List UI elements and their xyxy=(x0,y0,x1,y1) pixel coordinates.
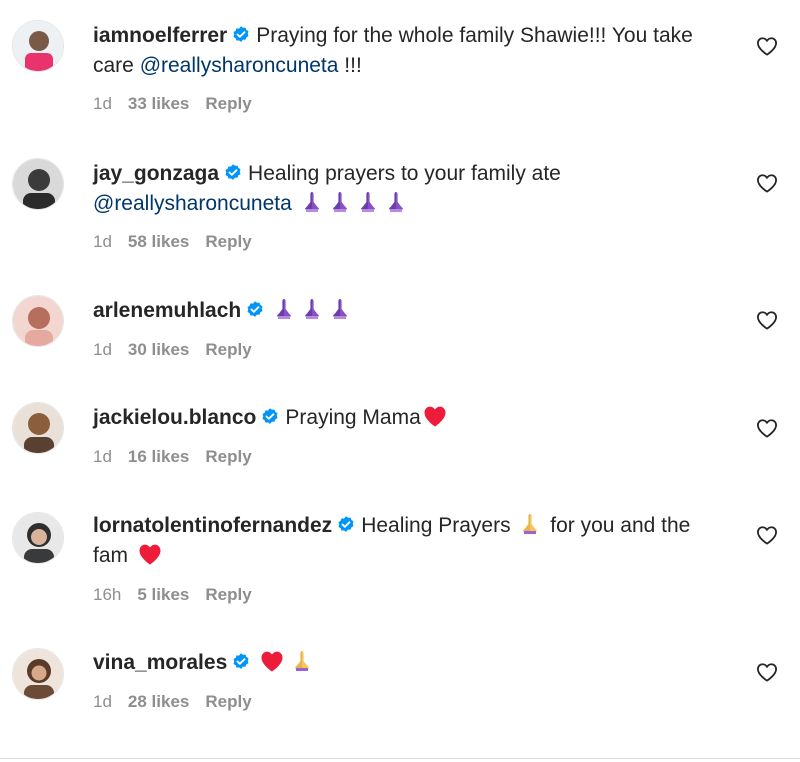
comment-time[interactable]: 1d xyxy=(93,232,112,251)
comment-body: Praying Mama xyxy=(285,406,421,429)
comment-time[interactable]: 1d xyxy=(93,340,112,359)
praying-hands-icon xyxy=(274,298,294,320)
comment-text: vina_morales xyxy=(93,648,723,678)
avatar[interactable] xyxy=(12,20,64,72)
heart-outline-icon[interactable] xyxy=(756,310,778,330)
avatar[interactable] xyxy=(12,295,64,347)
heart-outline-icon[interactable] xyxy=(756,36,778,56)
verified-badge-icon xyxy=(336,515,356,535)
praying-hands-icon xyxy=(330,191,350,213)
comment-text: iamnoelferrer Praying for the whole famil… xyxy=(93,21,723,81)
reply-button[interactable]: Reply xyxy=(205,340,251,359)
comment-meta: 1d 33 likes Reply xyxy=(93,94,268,114)
verified-badge-icon xyxy=(260,407,280,427)
divider xyxy=(0,758,800,759)
heart-outline-icon[interactable] xyxy=(756,662,778,682)
comment-text: lornatolentinofernandez Healing Prayers f… xyxy=(93,511,723,571)
comment-meta: 16h 5 likes Reply xyxy=(93,585,268,605)
comment-username[interactable]: lornatolentinofernandez xyxy=(93,514,332,537)
comment-meta: 1d 30 likes Reply xyxy=(93,340,268,360)
red-heart-icon xyxy=(260,650,284,672)
heart-outline-icon[interactable] xyxy=(756,525,778,545)
comment-time[interactable]: 1d xyxy=(93,447,112,466)
comment-text: jay_gonzaga Healing prayers to your famil… xyxy=(93,159,723,219)
comment-meta: 1d 16 likes Reply xyxy=(93,447,268,467)
praying-hands-icon xyxy=(386,191,406,213)
comment-time[interactable]: 16h xyxy=(93,585,121,604)
comment-meta: 1d 28 likes Reply xyxy=(93,692,268,712)
comment-username[interactable]: iamnoelferrer xyxy=(93,24,227,47)
red-heart-icon xyxy=(138,543,162,565)
comment-likes[interactable]: 28 likes xyxy=(128,692,189,711)
comment-username[interactable]: jackielou.blanco xyxy=(93,406,256,429)
avatar[interactable] xyxy=(12,648,64,700)
praying-hands-icon xyxy=(302,298,322,320)
red-heart-icon xyxy=(423,405,447,427)
reply-button[interactable]: Reply xyxy=(205,447,251,466)
praying-hands-icon xyxy=(292,650,312,672)
avatar[interactable] xyxy=(12,158,64,210)
comment-username[interactable]: arlenemuhlach xyxy=(93,299,241,322)
comment-time[interactable]: 1d xyxy=(93,692,112,711)
verified-badge-icon xyxy=(245,300,265,320)
verified-badge-icon xyxy=(223,163,243,183)
reply-button[interactable]: Reply xyxy=(205,692,251,711)
mention-link[interactable]: @reallysharoncuneta xyxy=(140,54,339,77)
praying-hands-icon xyxy=(520,513,540,535)
praying-hands-icon xyxy=(358,191,378,213)
avatar[interactable] xyxy=(12,512,64,564)
avatar[interactable] xyxy=(12,402,64,454)
verified-badge-icon xyxy=(231,652,251,672)
comment-likes[interactable]: 33 likes xyxy=(128,94,189,113)
heart-outline-icon[interactable] xyxy=(756,418,778,438)
comment-meta: 1d 58 likes Reply xyxy=(93,232,268,252)
heart-outline-icon[interactable] xyxy=(756,173,778,193)
comment-body: Healing prayers to your family ate xyxy=(248,162,561,185)
comment-text: arlenemuhlach xyxy=(93,296,723,326)
comment-time[interactable]: 1d xyxy=(93,94,112,113)
praying-hands-icon xyxy=(302,191,322,213)
comment-username[interactable]: vina_morales xyxy=(93,651,227,674)
reply-button[interactable]: Reply xyxy=(205,94,251,113)
verified-badge-icon xyxy=(231,25,251,45)
praying-hands-icon xyxy=(330,298,350,320)
reply-button[interactable]: Reply xyxy=(205,585,251,604)
comment-body: Healing Prayers xyxy=(361,514,517,537)
comment-text: jackielou.blanco Praying Mama xyxy=(93,403,723,433)
comment-likes[interactable]: 16 likes xyxy=(128,447,189,466)
comment-body-tail: !!! xyxy=(338,54,362,77)
comment-likes[interactable]: 5 likes xyxy=(137,585,189,604)
comment-likes[interactable]: 30 likes xyxy=(128,340,189,359)
comment-likes[interactable]: 58 likes xyxy=(128,232,189,251)
comment-username[interactable]: jay_gonzaga xyxy=(93,162,219,185)
mention-link[interactable]: @reallysharoncuneta xyxy=(93,192,292,215)
reply-button[interactable]: Reply xyxy=(205,232,251,251)
